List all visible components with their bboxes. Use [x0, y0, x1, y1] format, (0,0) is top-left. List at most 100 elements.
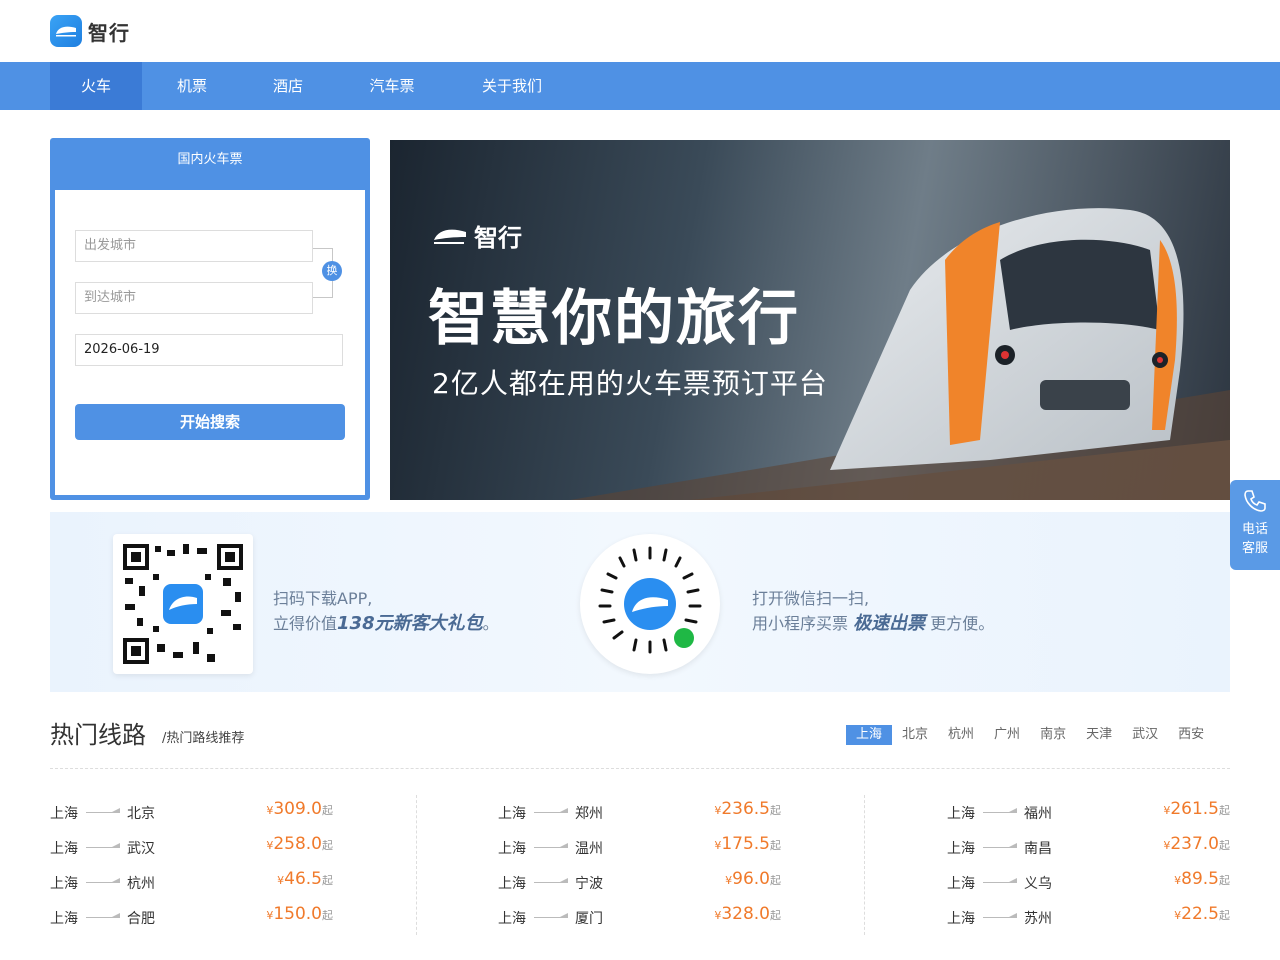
price-suffix: 起: [770, 839, 781, 852]
price-suffix: 起: [770, 909, 781, 922]
route-column-2: 上海 郑州 ¥236.5起 上海 温州 ¥175.5起 上海 宁波 ¥96.0起 上海 厦门 ¥328…: [498, 795, 865, 935]
mini-promo-highlight: 极速出票: [853, 613, 926, 634]
city-tabs: 上海 北京 杭州 广州 南京 天津 武汉 西安: [846, 725, 1214, 745]
route-arrow-icon: [983, 843, 1017, 848]
route-from: 上海: [498, 876, 526, 892]
to-city-input[interactable]: 到达城市: [75, 282, 313, 314]
route-row[interactable]: 上海 合肥 ¥150.0起: [50, 900, 333, 935]
route-row[interactable]: 上海 苏州 ¥22.5起: [947, 900, 1230, 935]
route-to: 杭州: [127, 876, 155, 892]
route-to: 南昌: [1024, 841, 1052, 857]
route-row[interactable]: 上海 北京 ¥309.0起: [50, 795, 333, 830]
route-from: 上海: [947, 911, 975, 927]
nav-item-train[interactable]: 火车: [50, 62, 142, 110]
mini-promo-suffix: 更方便。: [930, 614, 995, 633]
mini-program-qr-code: [580, 534, 720, 674]
route-from: 上海: [50, 806, 78, 822]
route-from: 上海: [498, 911, 526, 927]
app-promo-line1: 扫码下载APP,: [273, 589, 373, 608]
search-button[interactable]: 开始搜索: [75, 404, 345, 440]
route-row[interactable]: 上海 宁波 ¥96.0起: [498, 865, 781, 900]
route-column-3: 上海 福州 ¥261.5起上海 南昌 ¥237.0起上海 义乌 ¥89.5起 上海 苏州 ¥22.…: [947, 795, 1230, 935]
price-value: 22.5: [1181, 904, 1219, 924]
route-arrow-icon: [86, 808, 120, 813]
route-from: 上海: [50, 876, 78, 892]
service-label-line1: 电话: [1241, 522, 1268, 537]
city-tab-nanjing[interactable]: 南京: [1030, 725, 1076, 745]
price-value: 261.5: [1170, 799, 1219, 819]
price-value: 258.0: [273, 834, 322, 854]
banner-slogan: 智慧你的旅行: [428, 284, 800, 354]
route-column-1: 上海 北京 ¥309.0起 上海 武汉 ¥258.0起 上海 杭州 ¥46.5起 上海 合肥 ¥150…: [50, 795, 417, 935]
city-tab-wuhan[interactable]: 武汉: [1122, 725, 1168, 745]
city-tab-guangzhou[interactable]: 广州: [984, 725, 1030, 745]
route-arrow-icon: [534, 878, 568, 883]
price-value: 89.5: [1181, 869, 1219, 889]
route-row[interactable]: 上海 武汉 ¥258.0起: [50, 830, 333, 865]
logo[interactable]: 智行: [50, 15, 130, 47]
nav-item-hotel[interactable]: 酒店: [242, 62, 334, 110]
route-row[interactable]: 上海 杭州 ¥46.5起: [50, 865, 333, 900]
city-tab-tianjin[interactable]: 天津: [1076, 725, 1122, 745]
route-price: ¥175.5起: [714, 834, 781, 854]
service-label-line2: 客服: [1241, 541, 1268, 556]
route-from: 上海: [50, 911, 78, 927]
route-from: 上海: [947, 841, 975, 857]
mini-program-promo-text: 打开微信扫一扫, 用小程序买票 极速出票 更方便。: [752, 586, 994, 636]
route-to: 武汉: [127, 841, 155, 857]
route-arrow-icon: [86, 878, 120, 883]
route-price: ¥309.0起: [266, 799, 333, 819]
route-row[interactable]: 上海 温州 ¥175.5起: [498, 830, 781, 865]
route-price: ¥46.5起: [277, 869, 333, 889]
price-value: 309.0: [273, 799, 322, 819]
mini-promo-line1: 打开微信扫一扫,: [752, 589, 870, 608]
city-tab-xian[interactable]: 西安: [1168, 725, 1214, 745]
date-input[interactable]: 2026-06-19: [75, 334, 343, 366]
price-suffix: 起: [1219, 804, 1230, 817]
route-row[interactable]: 上海 义乌 ¥89.5起: [947, 865, 1230, 900]
route-row[interactable]: 上海 郑州 ¥236.5起: [498, 795, 781, 830]
city-tab-shanghai[interactable]: 上海: [846, 725, 893, 745]
price-suffix: 起: [770, 804, 781, 817]
nav-item-flight[interactable]: 机票: [146, 62, 238, 110]
route-row[interactable]: 上海 福州 ¥261.5起: [947, 795, 1230, 830]
route-price: ¥237.0起: [1163, 834, 1230, 854]
price-suffix: 起: [1219, 874, 1230, 887]
hot-routes-subtitle: /热门路线推荐: [162, 731, 245, 746]
city-tab-beijing[interactable]: 北京: [892, 725, 938, 745]
nav-item-bus[interactable]: 汽车票: [346, 62, 438, 110]
price-value: 328.0: [721, 904, 770, 924]
route-arrow-icon: [86, 913, 120, 918]
nav-item-about[interactable]: 关于我们: [466, 62, 558, 110]
route-price: ¥96.0起: [725, 869, 781, 889]
route-to: 宁波: [575, 876, 603, 892]
route-from: 上海: [498, 841, 526, 857]
from-city-input[interactable]: 出发城市: [75, 230, 313, 262]
promo-strip: 扫码下载APP, 立得价值138元新客大礼包。 打开微信扫一扫, 用小程序买票 …: [50, 512, 1230, 692]
city-tab-hangzhou[interactable]: 杭州: [938, 725, 984, 745]
mini-promo-prefix: 用小程序买票: [752, 614, 849, 633]
price-suffix: 起: [322, 874, 333, 887]
hero-banner[interactable]: 智行 智慧你的旅行 2亿人都在用的火车票预订平台: [390, 140, 1230, 500]
route-to: 郑州: [575, 806, 603, 822]
price-value: 175.5: [721, 834, 770, 854]
price-value: 96.0: [732, 869, 770, 889]
route-price: ¥328.0起: [714, 904, 781, 924]
swap-cities-button[interactable]: 换: [322, 261, 342, 281]
price-suffix: 起: [322, 839, 333, 852]
brand-name: 智行: [88, 20, 130, 45]
banner-subtitle: 2亿人都在用的火车票预订平台: [432, 367, 828, 400]
price-suffix: 起: [322, 804, 333, 817]
route-price: ¥236.5起: [714, 799, 781, 819]
route-from: 上海: [947, 876, 975, 892]
hot-routes-title: 热门线路: [50, 721, 146, 749]
app-promo-highlight: 138元新客大礼包: [337, 613, 483, 634]
app-promo-text: 扫码下载APP, 立得价值138元新客大礼包。: [273, 586, 499, 636]
app-promo-suffix: 。: [482, 614, 499, 633]
app-qr-code: [113, 534, 253, 674]
route-price: ¥22.5起: [1174, 904, 1230, 924]
phone-service-button[interactable]: 电话 客服: [1230, 480, 1280, 570]
price-suffix: 起: [1219, 909, 1230, 922]
route-row[interactable]: 上海 南昌 ¥237.0起: [947, 830, 1230, 865]
route-row[interactable]: 上海 厦门 ¥328.0起: [498, 900, 781, 935]
